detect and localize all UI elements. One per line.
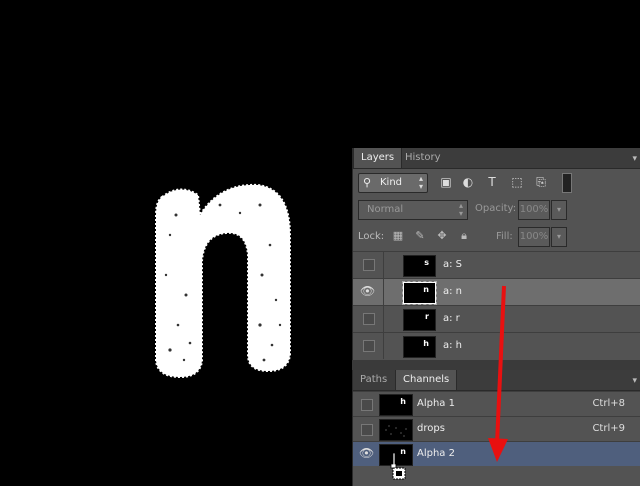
thumb-glyph: h: [400, 397, 406, 406]
filter-toggle-switch[interactable]: [562, 173, 572, 193]
type-filter-icon[interactable]: T: [485, 175, 499, 189]
channel-shortcut: Ctrl+9: [592, 423, 625, 434]
annotation-arrow: [488, 285, 508, 462]
thumb-glyph: s: [424, 258, 429, 267]
blend-mode-label: Normal: [367, 204, 404, 215]
visibility-toggle[interactable]: [353, 333, 384, 359]
thumb-glyph: n: [423, 285, 429, 294]
visibility-box: [361, 399, 373, 411]
visibility-toggle[interactable]: 👁︎: [353, 442, 375, 466]
opacity-dropdown-icon[interactable]: ▾: [551, 200, 567, 220]
letter-n-selection: [155, 183, 291, 379]
lock-all-icon[interactable]: 🔒︎: [457, 229, 471, 243]
document-canvas[interactable]: [0, 0, 352, 486]
opacity-input[interactable]: 100%: [518, 200, 550, 220]
visibility-box: [361, 424, 373, 436]
thumb-glyph: r: [425, 312, 429, 321]
thumb-glyph: h: [423, 339, 429, 348]
layer-row[interactable]: s a: S: [353, 251, 640, 278]
visibility-toggle[interactable]: 👁︎: [353, 279, 384, 305]
shape-filter-icon[interactable]: ⬚: [510, 175, 524, 189]
visibility-box: [363, 313, 375, 325]
layer-thumbnail: r: [403, 309, 436, 331]
kind-label: Kind: [380, 177, 403, 188]
smart-object-filter-icon[interactable]: ⎘: [534, 175, 548, 189]
blend-mode-select[interactable]: Normal ▴ ▾: [358, 200, 468, 220]
drops-thumbnail-noise: [385, 425, 407, 437]
lock-label: Lock:: [358, 231, 385, 242]
channel-name: Alpha 2: [417, 448, 455, 459]
opacity-label: Opacity:: [475, 203, 517, 214]
channel-name: Alpha 1: [417, 398, 455, 409]
layer-name: a: n: [443, 286, 463, 297]
lock-transparent-icon[interactable]: ▦: [391, 229, 405, 243]
tab-layers[interactable]: Layers: [353, 148, 403, 168]
panel-menu-icon[interactable]: ▾: [632, 154, 637, 164]
tab-history[interactable]: History: [398, 148, 448, 168]
stepper-arrows-icon: ▴ ▾: [458, 201, 463, 218]
fill-dropdown-icon[interactable]: ▾: [551, 227, 567, 247]
lock-position-icon[interactable]: ✥: [435, 229, 449, 243]
filter-row: ⚲ Kind ▴ ▾ ▣ ◐ T ⬚ ⎘: [353, 169, 640, 197]
lock-row: Lock: ▦ ✎ ✥ 🔒︎ Fill: 100% ▾: [353, 225, 640, 251]
stepper-arrows-icon: ▴ ▾: [418, 174, 423, 191]
visibility-toggle[interactable]: [353, 306, 384, 332]
visibility-toggle[interactable]: [353, 417, 375, 441]
channel-name: drops: [417, 423, 445, 434]
panel-menu-icon[interactable]: ▾: [632, 376, 637, 386]
search-icon: ⚲: [363, 176, 372, 189]
visibility-toggle[interactable]: [353, 392, 375, 416]
drag-hand-cursor-icon: [390, 452, 406, 480]
tab-channels[interactable]: Channels: [395, 370, 458, 390]
lock-brush-icon[interactable]: ✎: [413, 229, 427, 243]
image-filter-icon[interactable]: ▣: [439, 175, 453, 189]
layer-thumbnail: n: [402, 281, 437, 305]
kind-filter-select[interactable]: ⚲ Kind ▴ ▾: [358, 173, 428, 193]
fill-label: Fill:: [496, 231, 513, 242]
layer-name: a: h: [443, 340, 463, 351]
visibility-toggle[interactable]: [353, 252, 384, 278]
blend-row: Normal ▴ ▾ Opacity: 100% ▾: [353, 197, 640, 225]
adjustment-filter-icon[interactable]: ◐: [461, 175, 475, 189]
channel-shortcut: Ctrl+8: [592, 398, 625, 409]
eye-icon: 👁︎: [360, 284, 376, 298]
visibility-box: [363, 259, 375, 271]
channel-thumbnail: [379, 419, 413, 441]
fill-input[interactable]: 100%: [518, 227, 550, 247]
layer-thumbnail: h: [403, 336, 436, 358]
layer-thumbnail: s: [403, 255, 436, 277]
visibility-box: [363, 340, 375, 352]
eye-icon: 👁︎: [359, 446, 375, 460]
layers-tabbar: Layers History ▾: [353, 148, 640, 169]
layer-name: a: S: [443, 259, 463, 270]
layer-name: a: r: [443, 313, 460, 324]
channel-thumbnail: h: [379, 394, 413, 416]
tab-paths[interactable]: Paths: [353, 370, 394, 390]
